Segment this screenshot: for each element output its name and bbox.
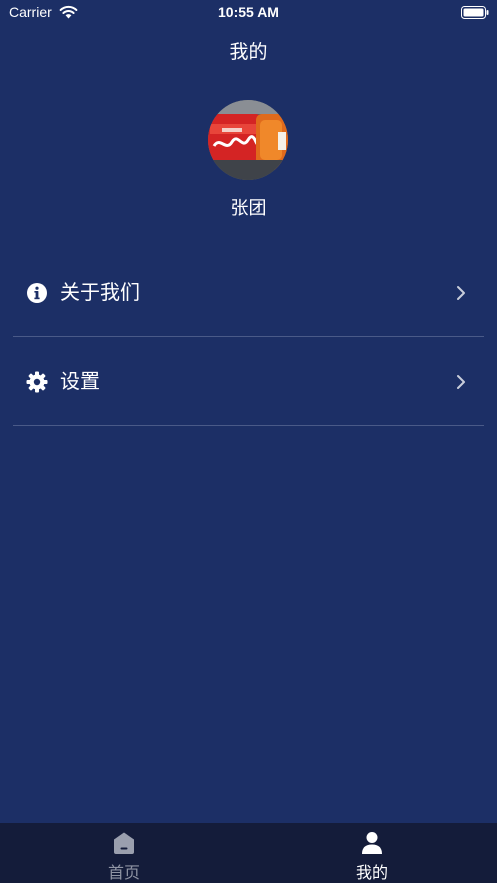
- menu-item-settings[interactable]: 设置: [0, 337, 497, 426]
- avatar-image: [208, 100, 288, 180]
- divider: [13, 425, 484, 426]
- status-time: 10:55 AM: [218, 4, 279, 20]
- tab-label: 我的: [355, 863, 388, 882]
- home-icon: [114, 832, 134, 854]
- battery-icon: [461, 6, 489, 19]
- avatar[interactable]: [208, 100, 288, 180]
- tab-label: 首页: [107, 863, 140, 882]
- person-icon: [362, 832, 382, 854]
- gear-icon: [26, 371, 48, 393]
- page-title: 我的: [229, 41, 268, 63]
- tab-mine[interactable]: 我的: [248, 823, 496, 883]
- menu-list: 关于我们 设置: [0, 248, 497, 426]
- tab-home[interactable]: 首页: [0, 823, 248, 883]
- chevron-right-icon: [457, 375, 465, 389]
- username: 张团: [230, 198, 267, 219]
- status-bar: Carrier 10:55 AM: [0, 0, 497, 26]
- tab-bar: 首页 我的: [0, 823, 497, 883]
- menu-item-label: 设置: [60, 369, 100, 393]
- menu-item-about-us[interactable]: 关于我们: [0, 248, 497, 337]
- chevron-right-icon: [457, 286, 465, 300]
- info-icon: [27, 283, 47, 303]
- menu-item-label: 关于我们: [60, 280, 140, 304]
